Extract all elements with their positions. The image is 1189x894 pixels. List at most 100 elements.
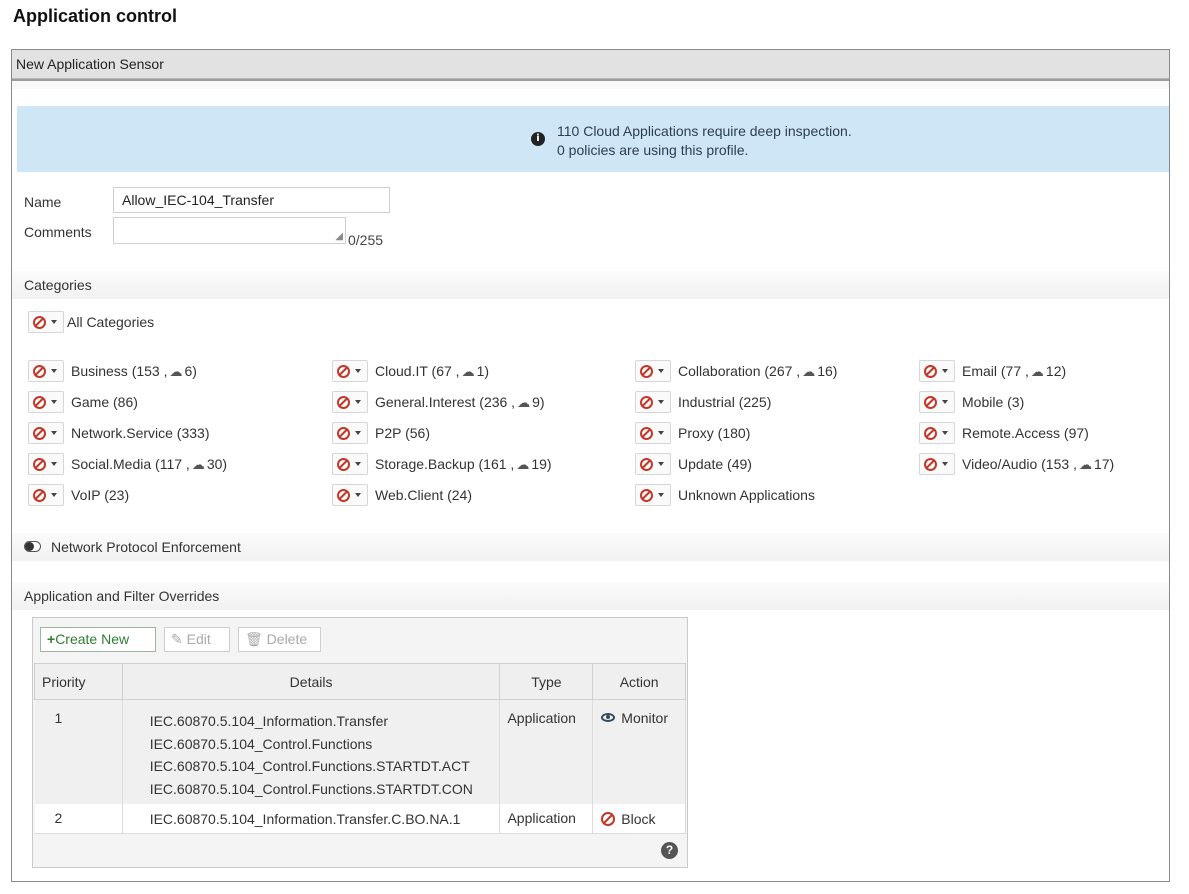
- block-icon: [640, 365, 653, 378]
- network-protocol-toggle[interactable]: [24, 541, 41, 552]
- category-name: Proxy (180): [678, 425, 751, 441]
- category-action-dropdown[interactable]: [919, 360, 955, 382]
- block-icon: [33, 365, 46, 378]
- priority-cell: 1: [34, 699, 123, 804]
- delete-button[interactable]: 🗑 Delete: [238, 627, 321, 652]
- category-label: Proxy (180): [678, 425, 750, 441]
- category-action-dropdown[interactable]: [28, 453, 64, 475]
- trash-icon: 🗑: [245, 631, 263, 647]
- category-action-dropdown[interactable]: [332, 391, 368, 413]
- edit-button[interactable]: ✎ Edit: [164, 627, 230, 652]
- block-icon: [924, 458, 937, 471]
- category-name: Storage.Backup (161 ,: [375, 456, 515, 472]
- eye-icon: [601, 713, 616, 722]
- block-icon: [640, 427, 653, 440]
- category-action-dropdown[interactable]: [28, 391, 64, 413]
- edit-label: Edit: [186, 631, 211, 647]
- cloud-icon: ☁: [191, 458, 205, 473]
- category-action-dropdown[interactable]: [332, 484, 368, 506]
- category-action-dropdown[interactable]: [635, 484, 671, 506]
- overrides-table: Priority Details Type Action 1 IEC.60870…: [34, 663, 686, 834]
- chevron-down-icon: [658, 369, 664, 373]
- info-banner: i 110 Cloud Applications require deep in…: [17, 106, 1169, 172]
- cloud-icon: ☁: [517, 396, 531, 411]
- block-icon: [337, 396, 350, 409]
- comments-textarea[interactable]: ◢: [113, 217, 346, 244]
- create-new-button[interactable]: +Create New: [40, 627, 156, 652]
- category-action-dropdown[interactable]: [635, 360, 671, 382]
- category-label: Business (153 , ☁ 6): [71, 363, 197, 380]
- category-label: Update (49): [678, 456, 752, 472]
- category-label: Email (77 , ☁ 12): [962, 363, 1066, 380]
- priority-cell: 2: [34, 803, 123, 834]
- column-header-priority[interactable]: Priority: [34, 663, 123, 700]
- cloud-count: 1): [476, 363, 490, 379]
- type-cell: Application: [499, 803, 594, 834]
- block-icon: [33, 458, 46, 471]
- category-name: VoIP (23): [71, 487, 130, 503]
- chevron-down-icon: [355, 431, 361, 435]
- category-action-dropdown[interactable]: [28, 484, 64, 506]
- table-row[interactable]: 2 IEC.60870.5.104_Information.Transfer.C…: [34, 803, 686, 834]
- category-label: Storage.Backup (161 , ☁ 19): [375, 456, 552, 473]
- table-row[interactable]: 1 IEC.60870.5.104_Information.Transfer I…: [34, 699, 686, 804]
- category-action-dropdown[interactable]: [635, 391, 671, 413]
- cloud-icon: ☁: [1030, 365, 1044, 380]
- category-action-dropdown[interactable]: [635, 422, 671, 444]
- chevron-down-icon: [658, 493, 664, 497]
- category-name: Web.Client (24): [375, 487, 473, 503]
- category-action-dropdown[interactable]: [28, 360, 64, 382]
- column-header-details[interactable]: Details: [121, 663, 501, 700]
- overrides-section-header: Application and Filter Overrides: [12, 582, 1169, 610]
- detail-line: IEC.60870.5.104_Information.Transfer: [149, 713, 389, 729]
- page-title: Application control: [13, 6, 177, 26]
- column-header-type[interactable]: Type: [499, 663, 594, 700]
- category-label: Game (86): [71, 394, 138, 410]
- chevron-down-icon: [51, 431, 57, 435]
- chevron-down-icon: [355, 400, 361, 404]
- category-action-dropdown[interactable]: [28, 422, 64, 444]
- category-label: General.Interest (236 , ☁ 9): [375, 394, 545, 411]
- name-input[interactable]: Allow_IEC-104_Transfer: [113, 187, 390, 213]
- category-name: Business (153 ,: [71, 363, 168, 379]
- category-name: Update (49): [678, 456, 752, 472]
- block-icon: [640, 489, 653, 502]
- category-action-dropdown[interactable]: [919, 453, 955, 475]
- chevron-down-icon: [942, 400, 948, 404]
- category-name: Industrial (225): [678, 394, 772, 410]
- all-categories-action-dropdown[interactable]: [28, 311, 64, 333]
- cloud-count: 9): [532, 394, 545, 410]
- toggle-knob: [25, 542, 34, 551]
- cloud-icon: ☁: [169, 365, 183, 380]
- cloud-count: 16): [817, 363, 838, 379]
- detail-line: IEC.60870.5.104_Information.Transfer.C.B…: [149, 810, 461, 827]
- help-icon[interactable]: ?: [661, 842, 678, 859]
- category-action-dropdown[interactable]: [919, 391, 955, 413]
- create-new-label: Create New: [55, 631, 130, 647]
- cloud-count: 12): [1045, 363, 1067, 379]
- block-icon: [924, 365, 937, 378]
- chevron-down-icon: [658, 462, 664, 466]
- info-line-1: 110 Cloud Applications require deep insp…: [557, 123, 852, 139]
- action-cell: Block: [592, 803, 686, 834]
- column-header-action[interactable]: Action: [592, 663, 686, 700]
- chevron-down-icon: [942, 369, 948, 373]
- category-action-dropdown[interactable]: [635, 453, 671, 475]
- block-icon: [601, 811, 616, 826]
- block-icon: [33, 396, 46, 409]
- details-cell: IEC.60870.5.104_Information.Transfer.C.B…: [122, 803, 501, 834]
- action-cell: Monitor: [592, 699, 686, 804]
- category-action-dropdown[interactable]: [919, 422, 955, 444]
- type-cell: Application: [499, 699, 594, 804]
- chevron-down-icon: [355, 462, 361, 466]
- category-action-dropdown[interactable]: [332, 453, 368, 475]
- resize-grip-icon[interactable]: ◢: [335, 231, 343, 242]
- info-line-2: 0 policies are using this profile.: [557, 142, 749, 158]
- category-label: Mobile (3): [962, 394, 1024, 410]
- overrides-table-container: +Create New ✎ Edit 🗑 Delete Priority Det…: [32, 617, 688, 868]
- category-action-dropdown[interactable]: [332, 422, 368, 444]
- category-action-dropdown[interactable]: [332, 360, 368, 382]
- block-icon: [337, 365, 350, 378]
- action-label: Monitor: [621, 710, 668, 726]
- info-icon: i: [531, 132, 545, 146]
